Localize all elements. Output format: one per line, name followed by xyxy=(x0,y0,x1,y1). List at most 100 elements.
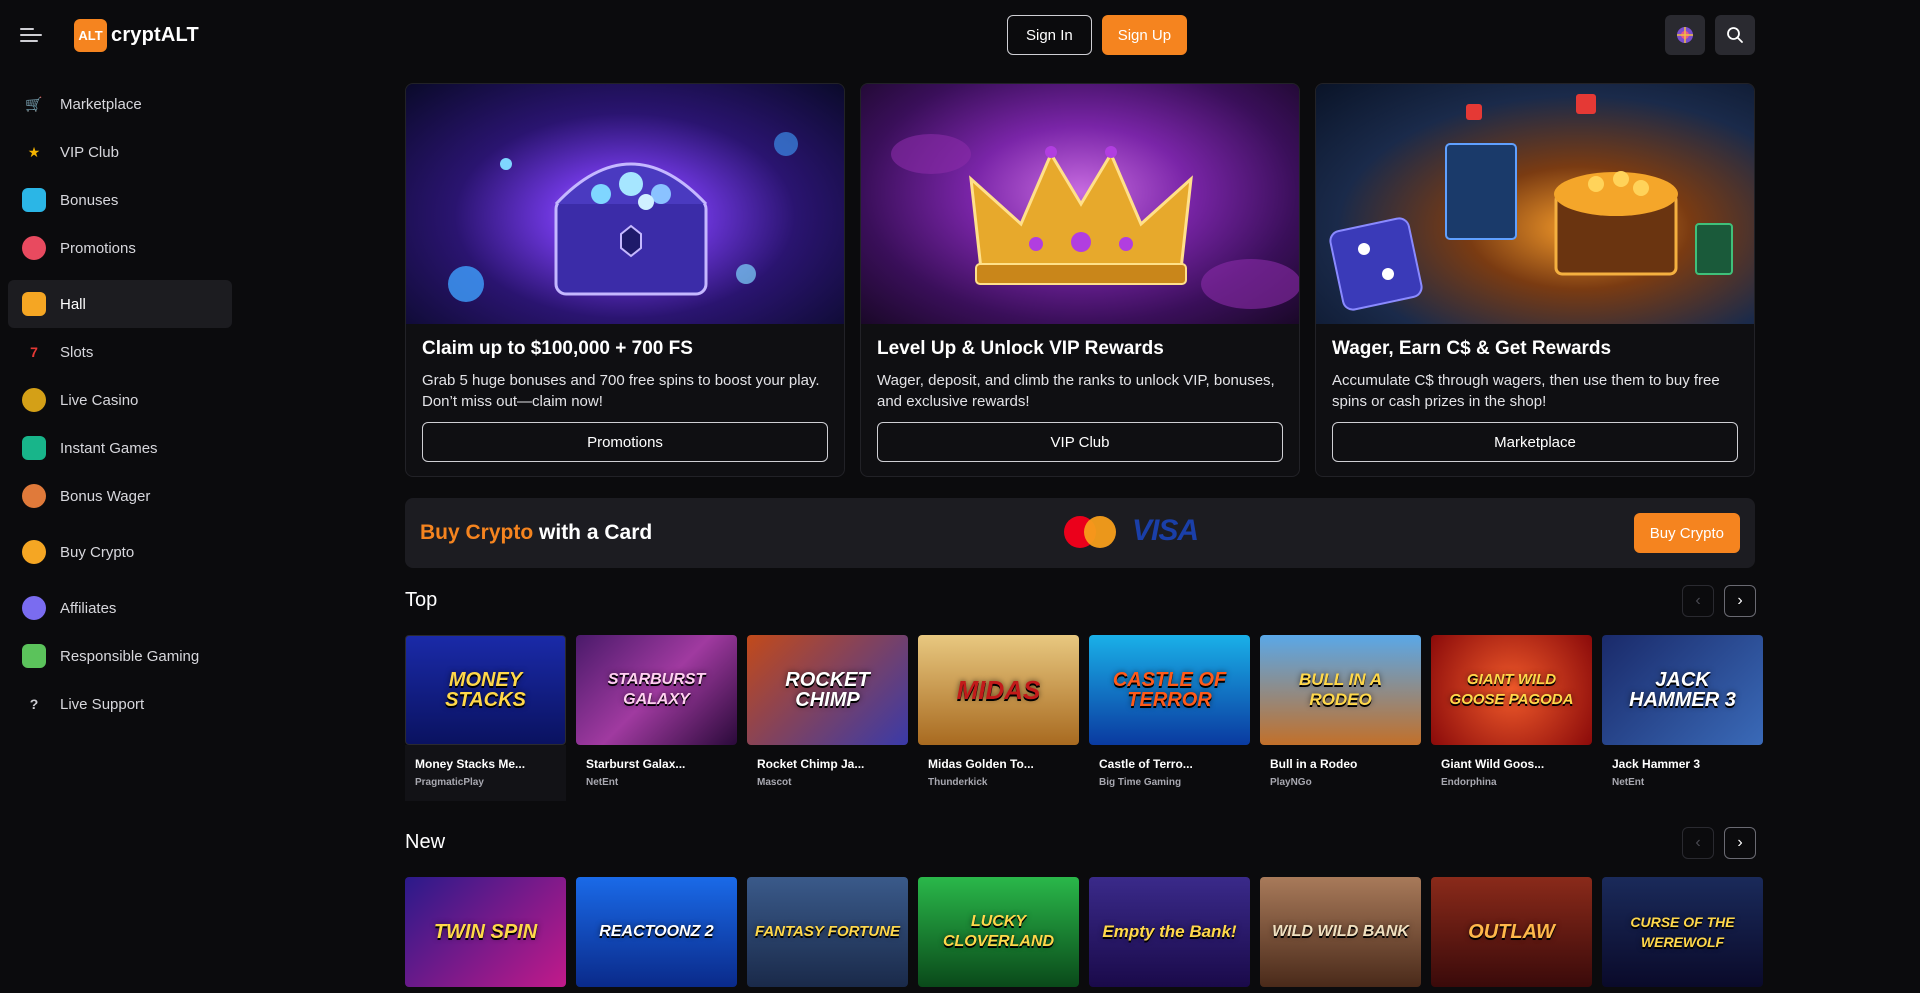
game-meta: Rocket Chimp Ja... Mascot xyxy=(747,745,908,788)
sidebar-item-bonuses[interactable]: Bonuses xyxy=(8,176,232,224)
sidebar-item-promotions[interactable]: Promotions xyxy=(8,224,232,272)
promo-title: Wager, Earn C$ & Get Rewards xyxy=(1332,338,1612,359)
game-thumbnail[interactable]: MONEY STACKS xyxy=(405,635,566,745)
game-card[interactable]: BULL IN A RODEO Bull in a Rodeo PlayNGo xyxy=(1260,635,1421,801)
sidebar-item-live-support[interactable]: ? Live Support xyxy=(8,680,232,728)
game-card[interactable]: WILD WILD BANK xyxy=(1260,877,1421,987)
sidebar-item-label: VIP Club xyxy=(60,143,119,161)
vip-club-button[interactable]: VIP Club xyxy=(877,422,1283,462)
prev-arrow-icon[interactable]: ‹ xyxy=(1682,585,1714,617)
sidebar-item-vip-club[interactable]: ★ VIP Club xyxy=(8,128,232,176)
sidebar-item-affiliates[interactable]: Affiliates xyxy=(8,584,232,632)
game-card[interactable]: CURSE OF THE WEREWOLF xyxy=(1602,877,1763,987)
sidebar-item-slots[interactable]: 7 Slots xyxy=(8,328,232,376)
game-name: Rocket Chimp Ja... xyxy=(757,757,865,771)
game-card[interactable]: Empty the Bank! xyxy=(1089,877,1250,987)
game-thumbnail[interactable]: MIDAS xyxy=(918,635,1079,745)
visa-logo: VISA xyxy=(1132,514,1199,547)
game-thumbnail[interactable]: FANTASY FORTUNE xyxy=(747,877,908,987)
game-thumbnail[interactable]: CURSE OF THE WEREWOLF xyxy=(1602,877,1763,987)
game-thumbnail[interactable]: OUTLAW xyxy=(1431,877,1592,987)
next-arrow-icon[interactable]: › xyxy=(1724,827,1756,859)
game-thumbnail[interactable]: Empty the Bank! xyxy=(1089,877,1250,987)
promotions-button[interactable]: Promotions xyxy=(422,422,828,462)
section-title-top: Top xyxy=(405,589,438,611)
game-thumbnail[interactable]: ROCKET CHIMP xyxy=(747,635,908,745)
marketplace-button[interactable]: Marketplace xyxy=(1332,422,1738,462)
sidebar-item-label: Bonus Wager xyxy=(60,487,151,505)
globe-icon xyxy=(1677,27,1693,43)
game-name: Money Stacks Me... xyxy=(415,757,526,771)
game-provider: Big Time Gaming xyxy=(1099,777,1182,788)
game-card[interactable]: REACTOONZ 2 xyxy=(576,877,737,987)
brand: ALT cryptALT xyxy=(20,17,199,53)
game-thumbnail[interactable]: BULL IN A RODEO xyxy=(1260,635,1421,745)
game-name: Starburst Galax... xyxy=(586,757,686,771)
sidebar-item-bonus-wager[interactable]: Bonus Wager xyxy=(8,472,232,520)
game-provider: Mascot xyxy=(757,777,792,788)
new-carousel-controls: ‹ › xyxy=(1682,827,1756,859)
game-name: Castle of Terro... xyxy=(1099,757,1193,771)
game-card[interactable]: OUTLAW xyxy=(1431,877,1592,987)
game-name: Jack Hammer 3 xyxy=(1612,757,1701,771)
game-card[interactable]: JACK HAMMER 3 Jack Hammer 3 NetEnt xyxy=(1602,635,1763,801)
game-thumbnail[interactable]: STARBURST GALAXY xyxy=(576,635,737,745)
sidebar-item-live-casino[interactable]: Live Casino xyxy=(8,376,232,424)
game-meta: Giant Wild Goos... Endorphina xyxy=(1431,745,1592,788)
prev-arrow-icon[interactable]: ‹ xyxy=(1682,827,1714,859)
game-card[interactable]: CASTLE OF TERROR Castle of Terro... Big … xyxy=(1089,635,1250,801)
sign-up-button[interactable]: Sign Up xyxy=(1101,15,1188,55)
game-card[interactable]: ROCKET CHIMP Rocket Chimp Ja... Mascot xyxy=(747,635,908,801)
sidebar-item-label: Instant Games xyxy=(60,439,158,457)
game-provider: Thunderkick xyxy=(928,777,988,788)
promo-image-treasure-chest xyxy=(406,84,844,324)
buy-crypto-subtitle: with a Card xyxy=(533,521,653,544)
game-provider: NetEnt xyxy=(586,777,619,788)
section-title-new: New xyxy=(405,831,446,853)
game-card[interactable]: LUCKY CLOVERLAND xyxy=(918,877,1079,987)
game-meta: Bull in a Rodeo PlayNGo xyxy=(1260,745,1421,788)
search-button[interactable] xyxy=(1715,15,1755,55)
game-thumbnail[interactable]: TWIN SPIN xyxy=(405,877,566,987)
language-button[interactable] xyxy=(1665,15,1705,55)
game-thumbnail[interactable]: JACK HAMMER 3 xyxy=(1602,635,1763,745)
game-thumbnail[interactable]: GIANT WILD GOOSE PAGODA xyxy=(1431,635,1592,745)
game-thumbnail[interactable]: CASTLE OF TERROR xyxy=(1089,635,1250,745)
game-card[interactable]: GIANT WILD GOOSE PAGODA Giant Wild Goos.… xyxy=(1431,635,1592,801)
game-name: Bull in a Rodeo xyxy=(1270,757,1358,771)
buy-crypto-button[interactable]: Buy Crypto xyxy=(1633,513,1740,553)
promo-icon xyxy=(22,236,46,260)
shield-icon xyxy=(22,644,46,668)
sidebar-item-label: Promotions xyxy=(60,239,136,257)
game-card[interactable]: FANTASY FORTUNE xyxy=(747,877,908,987)
promo-card: Level Up & Unlock VIP Rewards Wager, dep… xyxy=(860,83,1300,477)
sidebar-item-responsible-gaming[interactable]: Responsible Gaming xyxy=(8,632,232,680)
game-thumbnail[interactable]: LUCKY CLOVERLAND xyxy=(918,877,1079,987)
sidebar-item-label: Bonuses xyxy=(60,191,119,209)
promo-card: Claim up to $100,000 + 700 FS Grab 5 hug… xyxy=(405,83,845,477)
auth-buttons: Sign In Sign Up xyxy=(1007,15,1188,55)
sidebar-item-hall[interactable]: Hall xyxy=(8,280,232,328)
game-thumbnail[interactable]: REACTOONZ 2 xyxy=(576,877,737,987)
cart-icon: 🛒 xyxy=(25,95,43,112)
sidebar-item-instant-games[interactable]: Instant Games xyxy=(8,424,232,472)
game-thumbnail[interactable]: WILD WILD BANK xyxy=(1260,877,1421,987)
game-meta: Starburst Galax... NetEnt xyxy=(576,745,737,788)
slots-icon: 7 xyxy=(30,344,38,360)
game-card[interactable]: TWIN SPIN xyxy=(405,877,566,987)
sidebar-item-marketplace[interactable]: 🛒 Marketplace xyxy=(8,80,232,128)
logo-badge[interactable]: ALT xyxy=(74,18,107,52)
sidebar-item-buy-crypto[interactable]: Buy Crypto xyxy=(8,528,232,576)
help-icon: ? xyxy=(29,696,39,712)
game-card[interactable]: STARBURST GALAXY Starburst Galax... NetE… xyxy=(576,635,737,801)
menu-toggle-icon[interactable] xyxy=(20,23,44,47)
coin-icon xyxy=(22,540,46,564)
next-arrow-icon[interactable]: › xyxy=(1724,585,1756,617)
sidebar-item-label: Live Support xyxy=(60,695,145,713)
promo-title: Level Up & Unlock VIP Rewards xyxy=(877,338,1164,359)
logo-text[interactable]: cryptALT xyxy=(111,24,199,47)
buy-crypto-title: Buy Crypto with a Card xyxy=(420,521,652,545)
game-card[interactable]: MIDAS Midas Golden To... Thunderkick xyxy=(918,635,1079,801)
game-card[interactable]: MONEY STACKS Money Stacks Me... Pragmati… xyxy=(405,635,566,801)
sign-in-button[interactable]: Sign In xyxy=(1007,15,1092,55)
